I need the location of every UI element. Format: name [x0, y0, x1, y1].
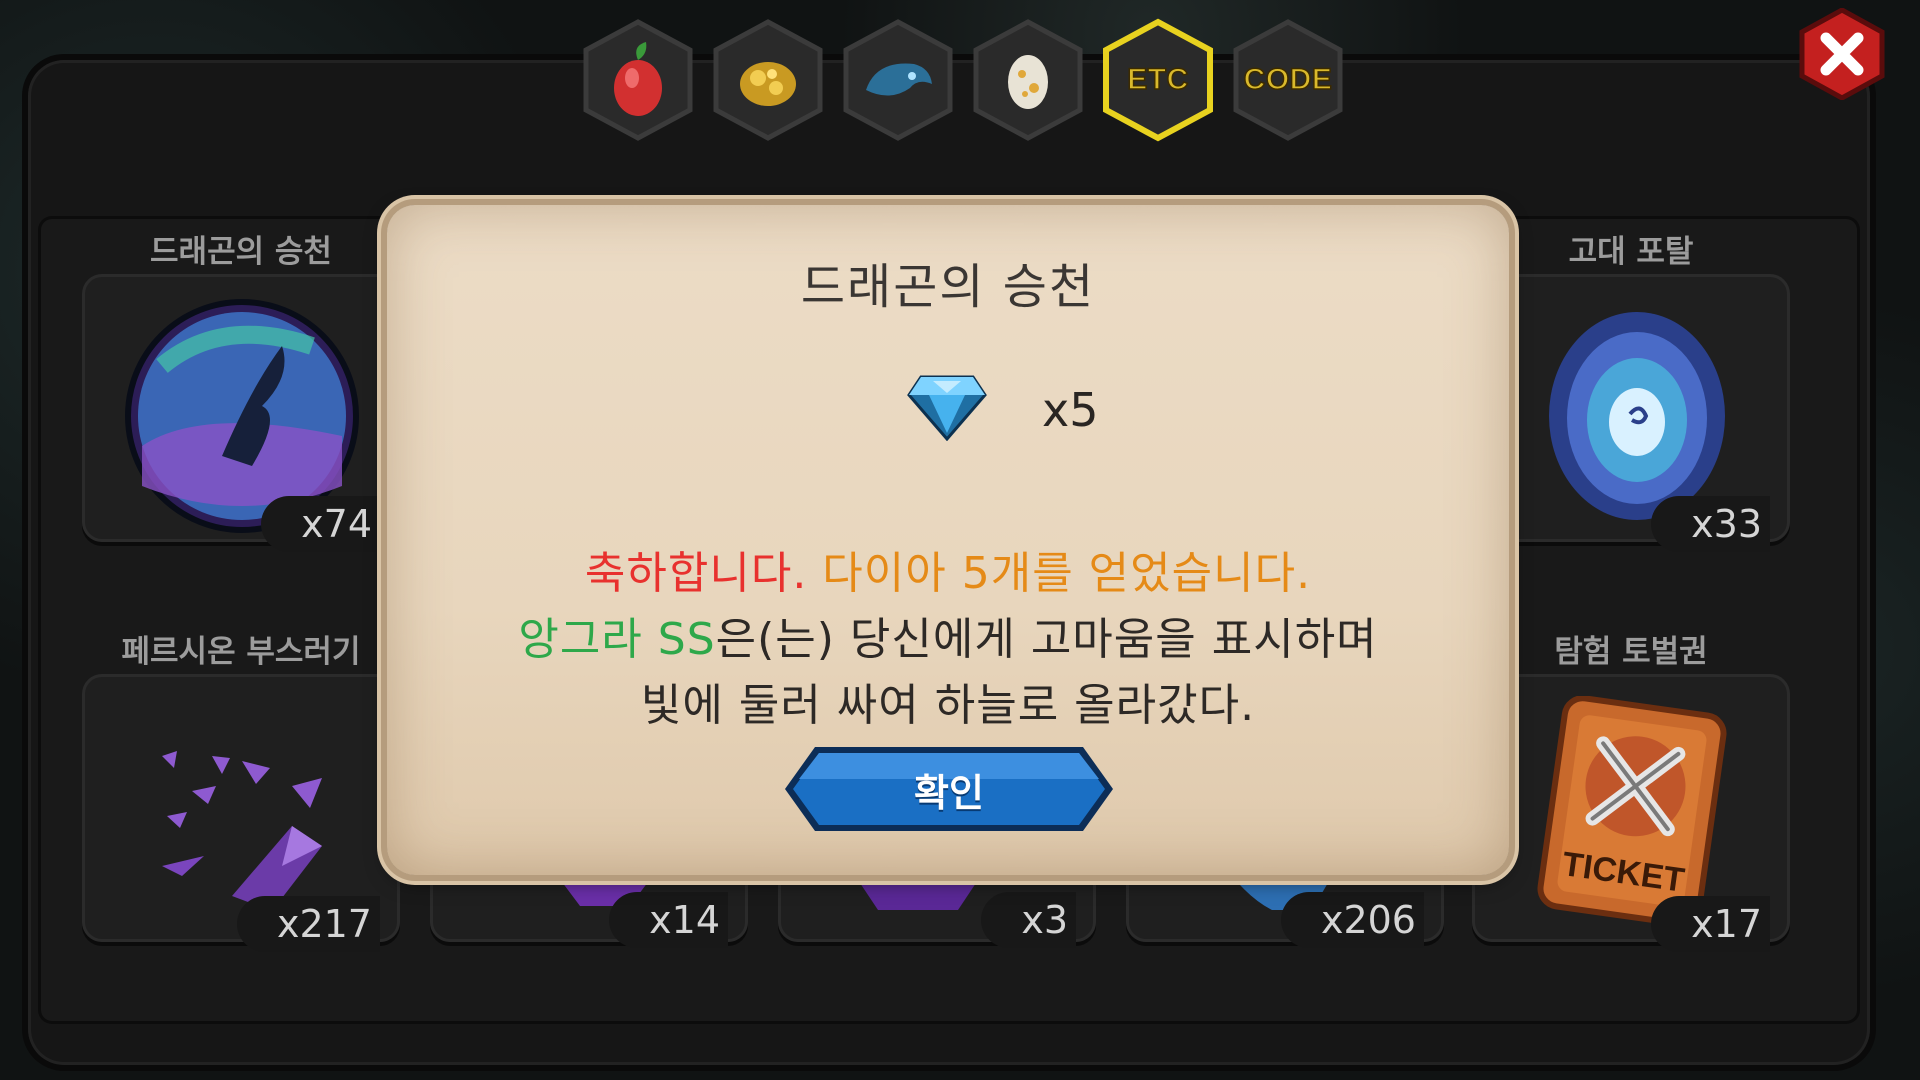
item-count: x33	[1651, 496, 1770, 552]
reward-amount: x5	[1042, 383, 1099, 437]
gold-ore-icon	[740, 62, 796, 106]
item-count: x3	[981, 892, 1076, 948]
message-text: 은(는) 당신에게 고마움을 표시하며	[715, 614, 1378, 665]
message-line-1: 축하합니다. 다이아 5개를 얻었습니다.	[387, 537, 1509, 601]
tab-fruit[interactable]	[580, 18, 696, 142]
item-card-exploration-ticket[interactable]: 탐험 토벌권 TICKET x17	[1472, 626, 1790, 956]
item-name: 고대 포탈	[1568, 234, 1694, 270]
confirm-label: 확인	[914, 770, 984, 815]
portal-icon	[1549, 312, 1725, 520]
item-name: 페르시온 부스러기	[121, 634, 361, 670]
item-count: x74	[261, 496, 380, 552]
confirm-button[interactable]: 확인	[781, 743, 1117, 835]
ticket-icon: TICKET	[1537, 696, 1727, 926]
egg-icon	[1008, 55, 1048, 109]
item-count: x17	[1651, 896, 1770, 952]
tab-code-label: CODE	[1243, 62, 1333, 97]
reward-text: 다이아 5개를 얻었습니다.	[822, 548, 1312, 599]
message-line-2: 앙그라 SS은(는) 당신에게 고마움을 표시하며	[387, 603, 1509, 667]
diamond-icon	[907, 375, 987, 441]
purple-crystal-icon	[858, 880, 978, 910]
item-name: 탐험 토벌권	[1554, 634, 1708, 670]
crystal-shards-icon	[162, 751, 322, 911]
dialog-title: 드래곤의 승천	[800, 259, 1096, 315]
close-icon	[1799, 7, 1885, 101]
dragon-head-icon	[866, 63, 932, 96]
item-name: 드래곤의 승천	[150, 234, 332, 270]
item-count: x14	[609, 892, 728, 948]
tab-etc-label: ETC	[1127, 62, 1189, 97]
item-card-ancient-portal[interactable]: 고대 포탈 x33	[1472, 226, 1790, 556]
congrats-text: 축하합니다.	[584, 548, 823, 599]
message-line-3: 빛에 둘러 싸여 하늘로 올라갔다.	[640, 680, 1256, 731]
close-button[interactable]	[1796, 7, 1888, 101]
item-card-dragon-ascension[interactable]: 드래곤의 승천 x74	[82, 226, 400, 556]
item-count: x217	[236, 896, 380, 952]
tab-code[interactable]: CODE	[1230, 18, 1346, 142]
tab-egg[interactable]	[970, 18, 1086, 142]
item-count: x206	[1280, 892, 1424, 948]
item-card-persion-fragments[interactable]: 페르시온 부스러기 x217	[82, 626, 400, 956]
tab-gold[interactable]	[710, 18, 826, 142]
reward-dialog: 드래곤의 승천 x5 축하합니다. 다이아 5개를 얻었습니다. 앙그라 SS은…	[387, 205, 1509, 875]
dragon-name: 앙그라 SS	[518, 614, 716, 665]
tab-dragon[interactable]	[840, 18, 956, 142]
tab-etc[interactable]: ETC	[1100, 18, 1216, 142]
fruit-icon	[614, 42, 662, 116]
